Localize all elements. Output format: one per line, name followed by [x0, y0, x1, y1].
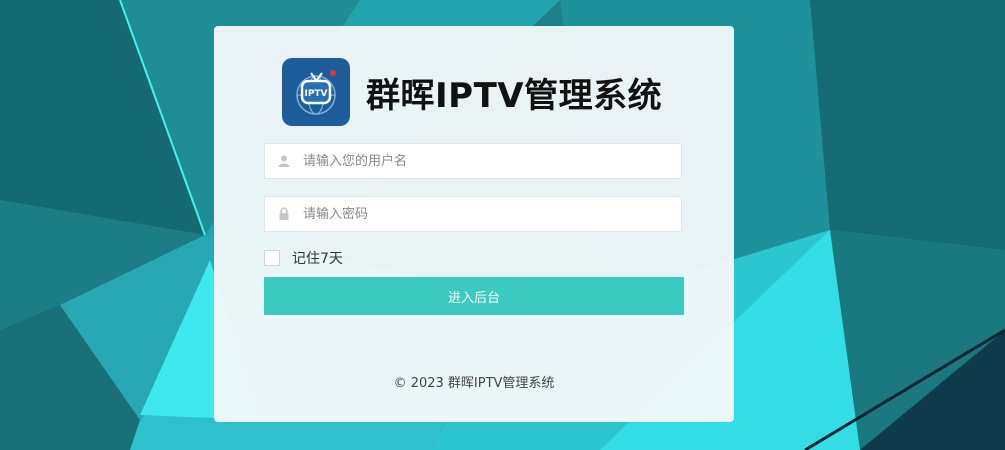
- remember-me[interactable]: 记住7天: [264, 248, 343, 268]
- password-input[interactable]: [303, 197, 673, 231]
- brand-header: IPTV 群晖IPTV管理系统: [282, 58, 662, 126]
- username-input[interactable]: [303, 144, 673, 178]
- password-field[interactable]: [264, 196, 682, 232]
- login-card: IPTV 群晖IPTV管理系统 记住7天 进入后台 © 2023 群晖IPTV管…: [214, 26, 734, 422]
- copyright-text: © 2023 群晖IPTV管理系统: [393, 376, 555, 391]
- remember-label: 记住7天: [292, 251, 343, 267]
- logo-text: IPTV: [304, 89, 327, 99]
- app-title: 群晖IPTV管理系统: [366, 75, 663, 116]
- remember-checkbox[interactable]: [264, 250, 280, 266]
- app-logo: IPTV: [282, 58, 350, 126]
- lock-icon: [279, 207, 289, 220]
- user-icon: [278, 155, 290, 167]
- tv-globe-icon: IPTV: [296, 70, 336, 115]
- username-field[interactable]: [264, 143, 682, 179]
- login-button[interactable]: 进入后台: [264, 277, 684, 315]
